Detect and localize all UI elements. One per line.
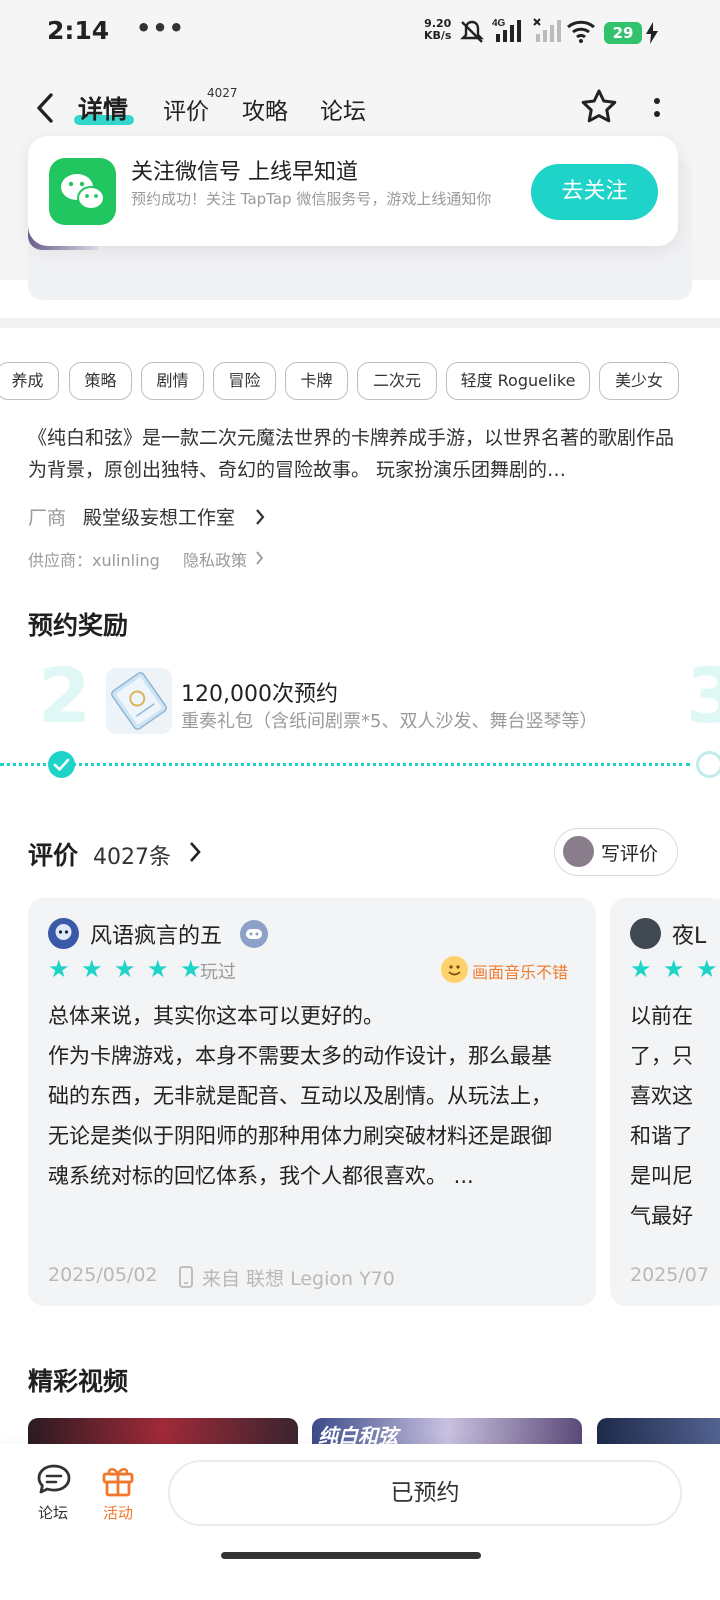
- review-device: 来自 联想 Legion Y70: [202, 1268, 395, 1290]
- signal-4g-icon: 4G: [492, 18, 521, 42]
- more-options-icon[interactable]: [650, 96, 664, 122]
- milestone-check-icon: [48, 751, 75, 778]
- wechat-popup-title: 关注微信号 上线早知道: [131, 160, 358, 185]
- chevron-right-icon[interactable]: [254, 507, 266, 527]
- developer-name[interactable]: 殿堂级妄想工作室: [83, 503, 235, 530]
- review-username[interactable]: 夜L: [672, 918, 706, 950]
- reward-description: 重奏礼包（含纸间剧票*5、双人沙发、舞台竖琴等）: [181, 711, 598, 732]
- forum-label[interactable]: 论坛: [38, 1502, 68, 1523]
- mute-icon: [460, 20, 484, 43]
- reward-ticket-image: [106, 668, 172, 734]
- tag-roguelike[interactable]: 轻度 Roguelike: [446, 362, 590, 400]
- tag-story[interactable]: 剧情: [141, 362, 204, 400]
- network-speed-unit: KB/s: [424, 29, 452, 42]
- rating-star-icon: ★: [48, 955, 70, 983]
- home-indicator[interactable]: [221, 1552, 481, 1559]
- rating-star-icon: ★: [81, 955, 103, 983]
- privacy-policy-link[interactable]: 隐私政策: [183, 547, 247, 571]
- forum-icon[interactable]: [35, 1462, 73, 1498]
- reward-next-milestone-number: 3: [686, 651, 720, 740]
- avatar: [630, 918, 661, 949]
- network-speed: 9.20 KB/s: [424, 18, 451, 42]
- reserved-button[interactable]: 已预约: [168, 1460, 682, 1526]
- charging-icon: [646, 22, 658, 44]
- wechat-logo-icon: [49, 158, 116, 225]
- avatar: [563, 836, 594, 867]
- tab-forum[interactable]: 论坛: [320, 92, 366, 126]
- rating-star-icon: ★: [114, 955, 136, 983]
- review-date: 2025/07: [630, 1264, 709, 1286]
- status-dots-icon: •••: [136, 14, 186, 42]
- reward-milestone-number: 2: [38, 651, 91, 740]
- review-body[interactable]: 总体来说，其实你这本可以更好的。 作为卡牌游戏，本身不需要太多的动作设计，那么最…: [48, 996, 560, 1196]
- game-description[interactable]: 《纯白和弦》是一款二次元魔法世界的卡牌养成手游，以世界名著的歌剧作品为背景，原创…: [28, 422, 688, 486]
- review-card[interactable]: 风语疯言的五 ★ ★ ★ ★ ★ 玩过 画面音乐不错 总体来说，其实你这本可以更…: [28, 898, 596, 1306]
- developer-label: 厂商: [28, 507, 67, 529]
- tag-adventure[interactable]: 冒险: [213, 362, 276, 400]
- write-review-label: 写评价: [601, 843, 659, 865]
- review-username[interactable]: 风语疯言的五: [90, 918, 222, 950]
- tab-guides[interactable]: 攻略: [242, 92, 288, 126]
- tab-reviews[interactable]: 评价: [163, 92, 209, 126]
- gift-icon[interactable]: [100, 1462, 136, 1498]
- phone-icon: [179, 1266, 193, 1288]
- review-date: 2025/05/02: [48, 1264, 158, 1286]
- chevron-right-icon[interactable]: [255, 550, 265, 566]
- wechat-popup-subtitle: 预约成功！关注 TapTap 微信服务号，游戏上线通知你: [131, 190, 492, 208]
- rating-star-icon: ★: [180, 955, 202, 983]
- status-time: 2:14: [47, 16, 110, 45]
- rating-star-icon: ★: [147, 955, 169, 983]
- follow-wechat-button[interactable]: 去关注: [531, 164, 658, 220]
- reservation-rewards-heading: 预约奖励: [28, 611, 129, 640]
- review-tag-badge: 画面音乐不错: [472, 963, 569, 982]
- signal-sim2-icon: [533, 18, 561, 42]
- tag-bishoujo[interactable]: 美少女: [599, 362, 679, 400]
- smile-emoji-icon: [441, 956, 468, 983]
- review-body[interactable]: 以前在 了，只 喜欢这 和谐了 是叫尼 气最好: [630, 996, 720, 1236]
- tag-card[interactable]: 卡牌: [285, 362, 348, 400]
- activity-label[interactable]: 活动: [103, 1502, 133, 1523]
- wechat-follow-popup: 关注微信号 上线早知道 预约成功！关注 TapTap 微信服务号，游戏上线通知你…: [28, 136, 678, 246]
- rating-star-icon: ★: [696, 955, 718, 983]
- avatar: [48, 918, 79, 949]
- rating-star-icon: ★: [630, 955, 652, 983]
- tab-reviews-count: 4027: [207, 86, 238, 100]
- write-review-button[interactable]: 写评价: [554, 828, 678, 876]
- tag-nurture[interactable]: 养成: [0, 362, 59, 400]
- back-arrow-icon[interactable]: [34, 92, 56, 124]
- supplier-info: 供应商：xulinling: [28, 551, 160, 570]
- favorite-star-icon[interactable]: [580, 88, 618, 126]
- section-divider: [0, 318, 720, 328]
- status-bar: 2:14 ••• 9.20 KB/s 4G 29: [0, 0, 720, 64]
- chevron-right-icon[interactable]: [188, 840, 202, 864]
- tab-details[interactable]: 详情: [78, 90, 128, 126]
- reward-progress-line: [0, 763, 690, 766]
- tag-strategy[interactable]: 策略: [69, 362, 132, 400]
- milestone-next-dot: [696, 751, 720, 778]
- play-status: 玩过: [200, 962, 236, 983]
- gamepad-badge-icon: [240, 920, 268, 948]
- review-card[interactable]: 夜L ★ ★ ★ 以前在 了，只 喜欢这 和谐了 是叫尼 气最好 2025/07: [610, 898, 720, 1306]
- reward-reservation-count: 120,000次预约: [181, 682, 338, 707]
- battery-level: 29: [604, 22, 642, 44]
- reviews-count[interactable]: 4027条: [93, 839, 171, 871]
- rating-star-icon: ★: [663, 955, 685, 983]
- wifi-icon: [567, 20, 595, 43]
- reviews-heading[interactable]: 评价: [28, 836, 78, 872]
- videos-heading: 精彩视频: [28, 1367, 129, 1396]
- svg-text:4G: 4G: [492, 18, 506, 29]
- tag-anime[interactable]: 二次元: [357, 362, 437, 400]
